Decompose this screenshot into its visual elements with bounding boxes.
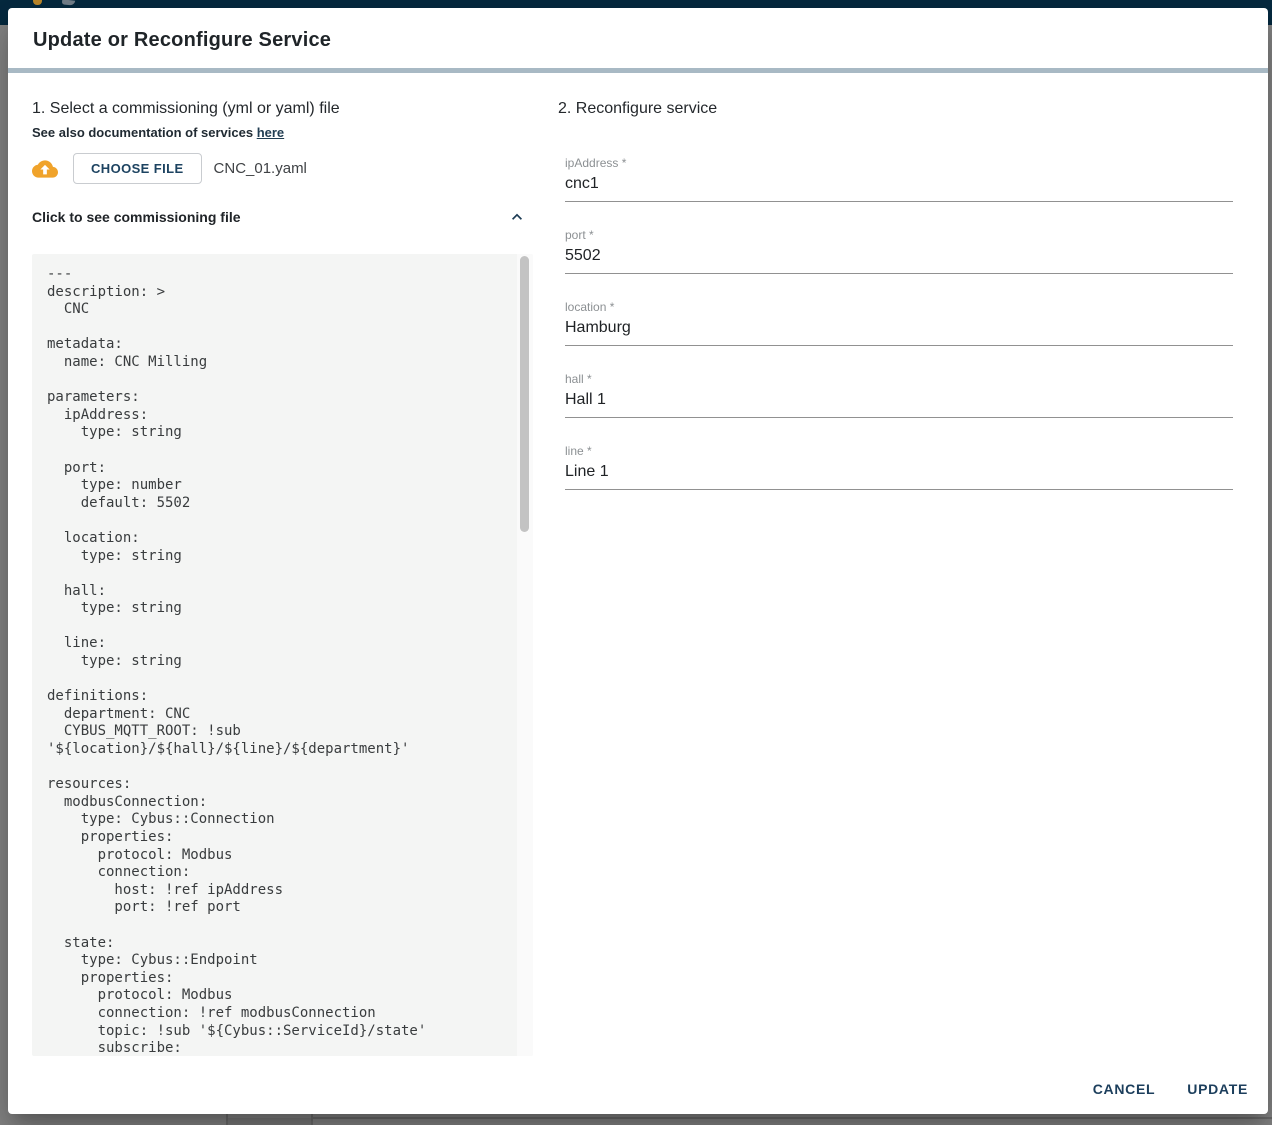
reconfigure-section-title: 2. Reconfigure service — [558, 99, 1244, 118]
field-location-label: location * — [565, 300, 1233, 315]
field-hall: hall * — [565, 372, 1233, 418]
line-input[interactable] — [565, 462, 1233, 482]
dialog-body: 1. Select a commissioning (yml or yaml) … — [8, 73, 1268, 1056]
background-table-cell — [228, 1118, 311, 1125]
background-table-line — [311, 1114, 313, 1125]
cloud-upload-icon — [32, 156, 58, 182]
field-hall-underline — [565, 390, 1233, 418]
field-location-underline — [565, 318, 1233, 346]
field-line-underline — [565, 462, 1233, 490]
dialog-title: Update or Reconfigure Service — [33, 28, 1243, 52]
file-select-section-title: 1. Select a commissioning (yml or yaml) … — [32, 99, 533, 118]
documentation-link[interactable]: here — [257, 125, 284, 140]
commissioning-file-preview: --- description: > CNC metadata: name: C… — [32, 254, 533, 1056]
field-port-label: port * — [565, 228, 1233, 243]
chevron-up-icon[interactable] — [507, 207, 527, 227]
app-logo-fragment — [33, 0, 42, 5]
file-upload-row: CHOOSE FILE CNC_01.yaml — [32, 153, 533, 184]
field-hall-label: hall * — [565, 372, 1233, 387]
field-ipaddress-underline — [565, 174, 1233, 202]
documentation-hint-text: See also documentation of services — [32, 125, 253, 140]
hall-input[interactable] — [565, 390, 1233, 410]
background-table-line — [313, 1117, 1272, 1119]
update-service-dialog: Update or Reconfigure Service 1. Select … — [8, 8, 1268, 1114]
commissioning-file-toggle[interactable]: Click to see commissioning file — [32, 207, 533, 227]
field-port-underline — [565, 246, 1233, 274]
commissioning-file-toggle-label: Click to see commissioning file — [32, 209, 241, 226]
port-input[interactable] — [565, 246, 1233, 266]
field-line: line * — [565, 444, 1233, 490]
ipaddress-input[interactable] — [565, 174, 1233, 194]
documentation-hint: See also documentation of services here — [32, 125, 533, 141]
field-location: location * — [565, 300, 1233, 346]
field-ipaddress-label: ipAddress * — [565, 156, 1233, 171]
reconfigure-section: 2. Reconfigure service ipAddress * port … — [558, 99, 1244, 1056]
selected-file-name: CNC_01.yaml — [214, 160, 307, 177]
yaml-code-content: --- description: > CNC metadata: name: C… — [32, 254, 533, 1056]
cancel-button[interactable]: CANCEL — [1085, 1077, 1164, 1101]
code-scrollbar-track[interactable] — [517, 254, 533, 1056]
field-port: port * — [565, 228, 1233, 274]
code-scrollbar-thumb[interactable] — [520, 256, 529, 532]
update-button[interactable]: UPDATE — [1179, 1077, 1256, 1101]
dialog-actions: CANCEL UPDATE — [1085, 1077, 1256, 1101]
dialog-header: Update or Reconfigure Service — [8, 8, 1268, 68]
parameter-fields: ipAddress * port * location * — [565, 156, 1233, 490]
choose-file-button[interactable]: CHOOSE FILE — [73, 153, 202, 184]
field-ipaddress: ipAddress * — [565, 156, 1233, 202]
app-logo-fragment — [62, 0, 75, 6]
field-line-label: line * — [565, 444, 1233, 459]
location-input[interactable] — [565, 318, 1233, 338]
file-select-section: 1. Select a commissioning (yml or yaml) … — [32, 99, 533, 1056]
